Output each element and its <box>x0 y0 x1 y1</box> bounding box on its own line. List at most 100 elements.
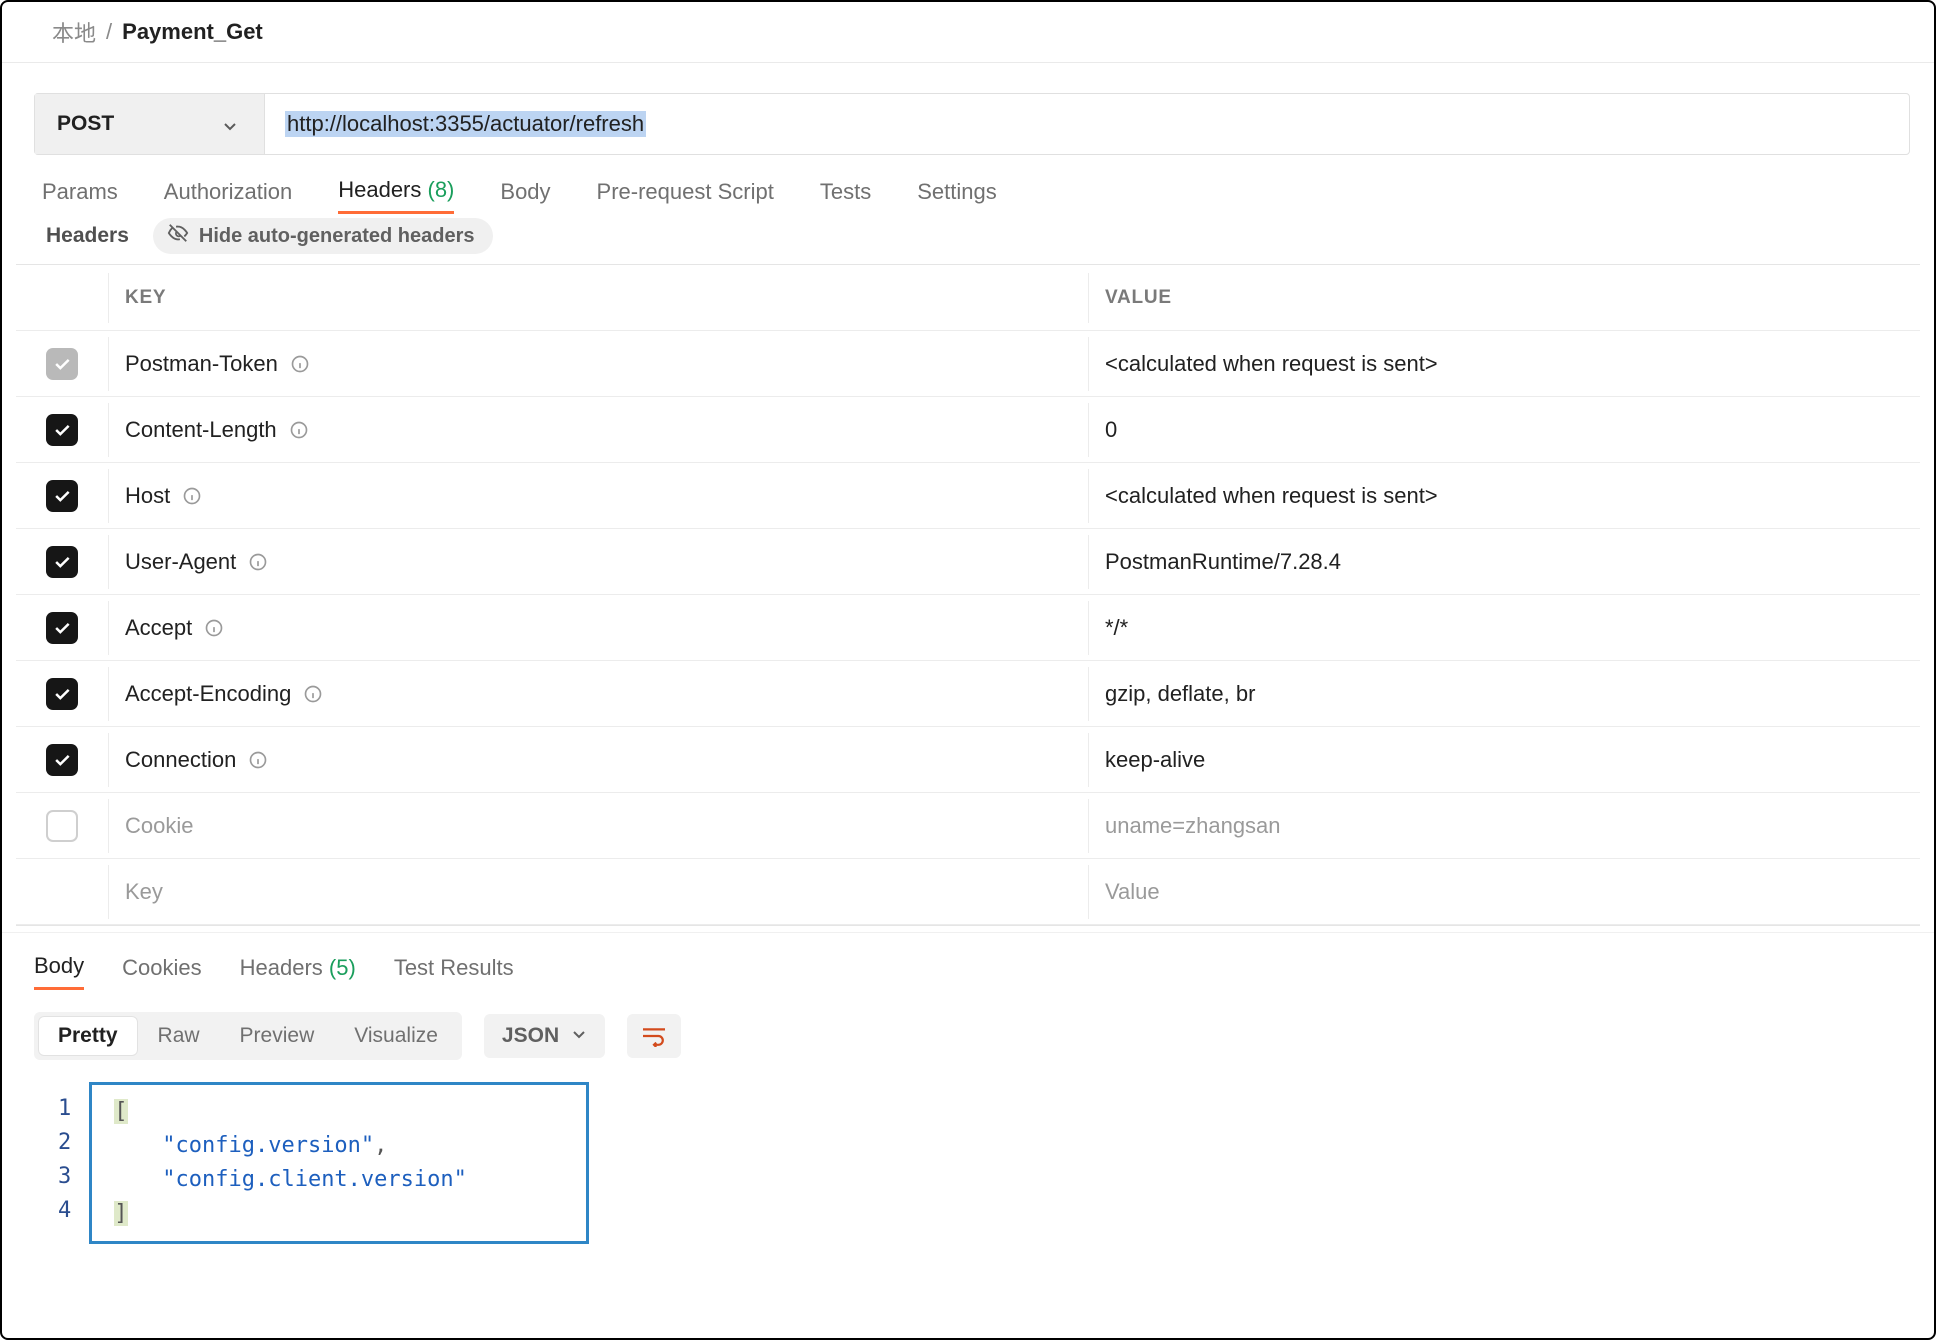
table-header-row: KEY VALUE <box>16 265 1920 331</box>
info-icon[interactable] <box>182 486 202 506</box>
row-checkbox[interactable] <box>46 810 78 842</box>
format-select[interactable]: JSON <box>484 1014 605 1058</box>
view-mode-segment: Pretty Raw Preview Visualize <box>34 1012 462 1060</box>
response-tab-headers-count: (5) <box>329 955 356 980</box>
tab-tests[interactable]: Tests <box>820 179 871 213</box>
tab-settings[interactable]: Settings <box>917 179 997 213</box>
row-checkbox[interactable] <box>46 546 78 578</box>
tab-headers[interactable]: Headers (8) <box>338 177 454 214</box>
row-value[interactable]: <calculated when request is sent> <box>1105 483 1438 509</box>
column-key: KEY <box>125 287 166 309</box>
chevron-down-icon <box>222 116 238 132</box>
row-key[interactable]: Content-Length <box>125 417 277 443</box>
response-tab-headers[interactable]: Headers (5) <box>240 955 356 989</box>
headers-subheader: Headers Hide auto-generated headers <box>2 214 1934 264</box>
table-row: Connection keep-alive <box>16 727 1920 793</box>
hide-autogen-headers-button[interactable]: Hide auto-generated headers <box>153 218 493 254</box>
code-token: , <box>374 1133 387 1158</box>
headers-table: KEY VALUE Postman-Token <calculated when… <box>16 264 1920 926</box>
info-icon[interactable] <box>289 420 309 440</box>
line-number: 3 <box>58 1160 71 1194</box>
hide-autogen-headers-label: Hide auto-generated headers <box>199 225 475 248</box>
wrap-lines-button[interactable] <box>627 1014 681 1058</box>
info-icon[interactable] <box>248 552 268 572</box>
row-key[interactable]: User-Agent <box>125 549 236 575</box>
row-key[interactable]: Accept-Encoding <box>125 681 291 707</box>
code-token: "config.client.version" <box>162 1167 467 1192</box>
row-value[interactable]: uname=zhangsan <box>1105 813 1281 839</box>
chevron-down-icon <box>571 1024 587 1048</box>
column-value: VALUE <box>1105 287 1172 309</box>
line-number-gutter: 1 2 3 4 <box>58 1082 89 1244</box>
response-tabs: Body Cookies Headers (5) Test Results <box>2 932 1934 990</box>
placeholder-key[interactable]: Key <box>125 879 163 905</box>
row-checkbox[interactable] <box>46 480 78 512</box>
row-key[interactable]: Cookie <box>125 813 193 839</box>
table-row: Postman-Token <calculated when request i… <box>16 331 1920 397</box>
response-body-code: 1 2 3 4 [ "config.version", "config.clie… <box>58 1082 1910 1244</box>
http-method-select[interactable]: POST <box>35 94 265 154</box>
placeholder-value[interactable]: Value <box>1105 879 1160 905</box>
tab-authorization[interactable]: Authorization <box>164 179 292 213</box>
row-value[interactable]: */* <box>1105 615 1128 641</box>
row-value[interactable]: gzip, deflate, br <box>1105 681 1255 707</box>
request-bar: POST http://localhost:3355/actuator/refr… <box>34 93 1910 155</box>
view-pretty[interactable]: Pretty <box>38 1016 138 1056</box>
row-key[interactable]: Accept <box>125 615 192 641</box>
format-label: JSON <box>502 1024 559 1048</box>
breadcrumb-current: Payment_Get <box>122 19 263 45</box>
tab-params[interactable]: Params <box>42 179 118 213</box>
info-icon[interactable] <box>303 684 323 704</box>
table-row: User-Agent PostmanRuntime/7.28.4 <box>16 529 1920 595</box>
request-url-input[interactable]: http://localhost:3355/actuator/refresh <box>265 94 1909 154</box>
code-token: [ <box>114 1099 127 1124</box>
info-icon[interactable] <box>248 750 268 770</box>
row-checkbox[interactable] <box>46 678 78 710</box>
code-token: "config.version" <box>162 1133 374 1158</box>
response-tab-headers-label: Headers <box>240 955 323 980</box>
table-row: Accept-Encoding gzip, deflate, br <box>16 661 1920 727</box>
tab-headers-count: (8) <box>428 177 455 202</box>
table-placeholder-row: Key Value <box>16 859 1920 925</box>
table-row: Host <calculated when request is sent> <box>16 463 1920 529</box>
info-icon[interactable] <box>204 618 224 638</box>
row-value[interactable]: keep-alive <box>1105 747 1205 773</box>
code-box[interactable]: [ "config.version", "config.client.versi… <box>89 1082 589 1244</box>
http-method-label: POST <box>57 112 114 136</box>
code-token: ] <box>114 1201 127 1226</box>
tab-headers-label: Headers <box>338 177 421 202</box>
table-row: Cookie uname=zhangsan <box>16 793 1920 859</box>
request-tabs: Params Authorization Headers (8) Body Pr… <box>2 155 1934 214</box>
view-visualize[interactable]: Visualize <box>334 1016 458 1056</box>
table-row: Accept */* <box>16 595 1920 661</box>
row-value[interactable]: PostmanRuntime/7.28.4 <box>1105 549 1341 575</box>
row-checkbox[interactable] <box>46 744 78 776</box>
row-checkbox[interactable] <box>46 348 78 380</box>
table-row: Content-Length 0 <box>16 397 1920 463</box>
row-value[interactable]: 0 <box>1105 417 1117 443</box>
eye-off-icon <box>167 222 189 250</box>
response-view-toolbar: Pretty Raw Preview Visualize JSON <box>2 990 1934 1070</box>
row-key[interactable]: Connection <box>125 747 236 773</box>
tab-prerequest[interactable]: Pre-request Script <box>597 179 774 213</box>
row-key[interactable]: Postman-Token <box>125 351 278 377</box>
row-key[interactable]: Host <box>125 483 170 509</box>
tab-body[interactable]: Body <box>500 179 550 213</box>
breadcrumb-root[interactable]: 本地 <box>52 16 96 48</box>
request-url-text: http://localhost:3355/actuator/refresh <box>285 111 646 137</box>
breadcrumb: 本地 / Payment_Get <box>2 2 1934 63</box>
row-value[interactable]: <calculated when request is sent> <box>1105 351 1438 377</box>
row-checkbox[interactable] <box>46 414 78 446</box>
headers-section-label: Headers <box>46 224 129 248</box>
response-tab-test-results[interactable]: Test Results <box>394 955 514 989</box>
view-preview[interactable]: Preview <box>220 1016 335 1056</box>
line-number: 1 <box>58 1092 71 1126</box>
info-icon[interactable] <box>290 354 310 374</box>
line-number: 2 <box>58 1126 71 1160</box>
row-checkbox[interactable] <box>46 612 78 644</box>
response-tab-body[interactable]: Body <box>34 953 84 990</box>
line-number: 4 <box>58 1194 71 1228</box>
response-tab-cookies[interactable]: Cookies <box>122 955 201 989</box>
breadcrumb-separator: / <box>106 19 112 45</box>
view-raw[interactable]: Raw <box>138 1016 220 1056</box>
